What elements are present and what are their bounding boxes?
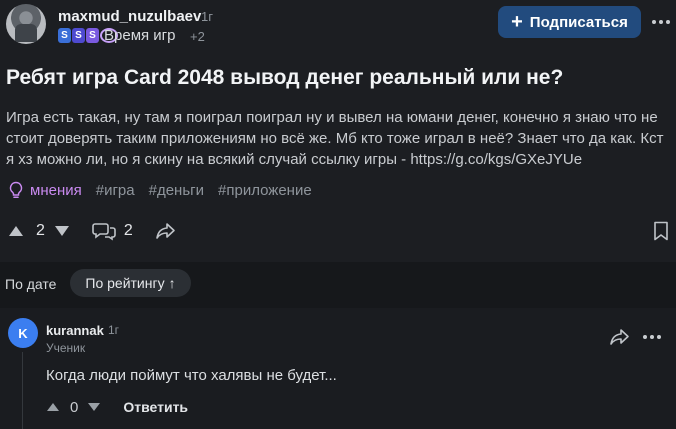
tag-main-label: мнения: [30, 181, 82, 199]
post-more-icon[interactable]: [651, 12, 671, 32]
comment-avatar[interactable]: K: [8, 318, 38, 348]
post-age: 1г: [201, 9, 213, 24]
post-comment-count: 2: [123, 222, 133, 239]
post-title: Ребят игра Card 2048 вывод денег реальны…: [6, 66, 564, 89]
comment-downvote-icon[interactable]: [87, 402, 101, 412]
downvote-icon[interactable]: [54, 225, 70, 237]
badge-icon: S: [86, 28, 99, 43]
sort-by-rating-button[interactable]: По рейтингу ↑: [70, 269, 191, 297]
post-vote-count: 2: [36, 222, 45, 239]
share-icon[interactable]: [156, 222, 176, 240]
tag-opinions[interactable]: мнения: [8, 181, 82, 199]
arrow-up-icon: ↑: [168, 275, 176, 291]
post-tags: мнения #игра #деньги #приложение: [8, 181, 312, 199]
comment-age: 1г: [108, 323, 120, 337]
subscribe-label: Подписаться: [529, 13, 628, 31]
badge-icon: S: [72, 28, 85, 43]
post-body: Игра есть такая, ну там я поиграл поигра…: [6, 109, 664, 168]
tag-item[interactable]: #приложение: [218, 182, 312, 199]
thread-line: [22, 352, 23, 429]
author-username[interactable]: maxmud_nuzulbaev: [58, 8, 201, 25]
badge-icon: S: [58, 28, 71, 43]
author-avatar[interactable]: [6, 4, 46, 44]
lightbulb-icon: [9, 181, 23, 199]
category-extra-count[interactable]: +2: [190, 29, 205, 44]
post-actions: 2 2: [8, 219, 176, 243]
comment-text: Когда люди поймут что халявы не будет...: [46, 367, 337, 384]
reply-button[interactable]: Ответить: [123, 399, 188, 415]
subscribe-button[interactable]: + Подписаться: [498, 6, 641, 38]
post-category[interactable]: Время игр: [104, 27, 175, 44]
comment-share-icon[interactable]: [610, 328, 630, 346]
plus-icon: +: [511, 11, 523, 33]
comments-icon[interactable]: [92, 221, 116, 241]
comment-more-icon[interactable]: [642, 327, 662, 347]
comment-upvote-icon[interactable]: [46, 402, 60, 412]
upvote-icon[interactable]: [8, 225, 24, 237]
sort-active-label: По рейтингу: [85, 275, 165, 291]
comment-rank: Ученик: [46, 341, 86, 355]
comment-username[interactable]: kurannak: [46, 323, 104, 338]
comment-vote-count: 0: [70, 398, 79, 416]
tag-item[interactable]: #игра: [96, 182, 135, 199]
bookmark-icon[interactable]: [653, 221, 669, 241]
tag-item[interactable]: #деньги: [149, 182, 204, 199]
sort-by-date[interactable]: По дате: [5, 276, 56, 292]
comment-actions: 0 Ответить: [46, 397, 188, 417]
